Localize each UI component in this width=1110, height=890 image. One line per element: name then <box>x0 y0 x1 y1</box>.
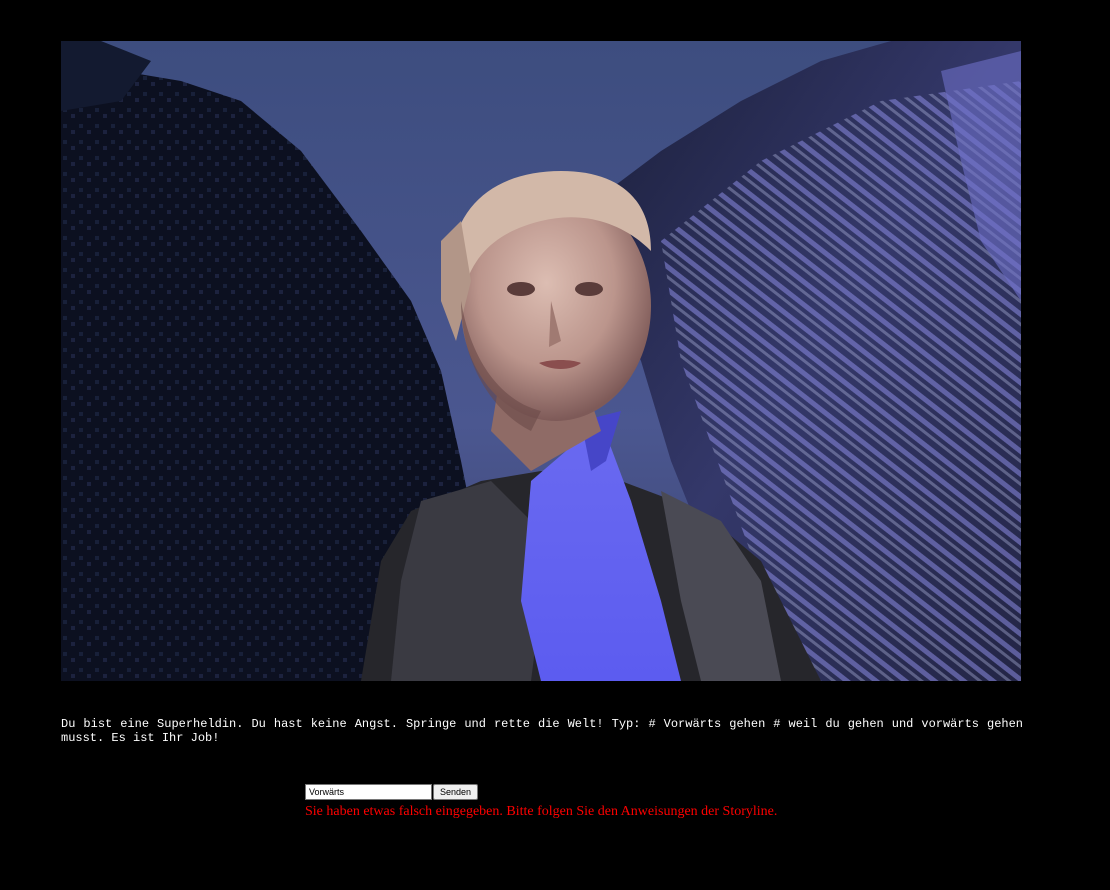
superheroine-portrait-image <box>61 41 1021 681</box>
send-button[interactable]: Senden <box>433 784 479 800</box>
scene-image <box>61 41 1021 681</box>
command-input[interactable] <box>305 784 432 800</box>
command-form: Senden <box>305 784 479 800</box>
error-message: Sie haben etwas falsch eingegeben. Bitte… <box>305 804 778 819</box>
storyline-text: Du bist eine Superheldin. Du hast keine … <box>61 717 1023 745</box>
